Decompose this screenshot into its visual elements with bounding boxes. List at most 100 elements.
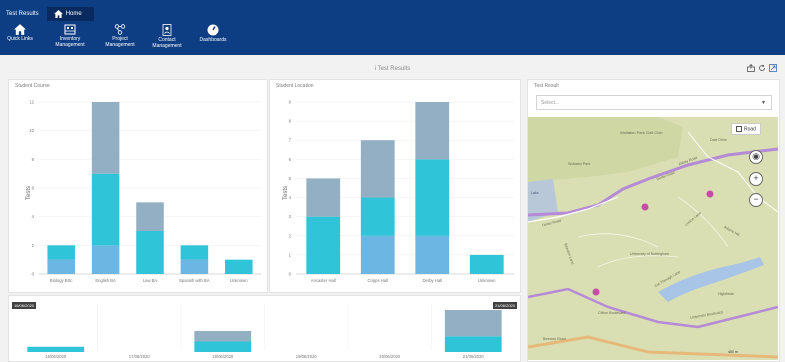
y-tick-label: 6 — [289, 157, 292, 162]
test-result-panel: Test Result Select... ▼ Wollaton Park Go… — [527, 79, 780, 362]
minus-icon: − — [753, 194, 759, 204]
bar-segment[interactable] — [194, 341, 252, 353]
x-tick-label: Spanish with BA — [179, 278, 210, 283]
bar-segment[interactable] — [469, 254, 504, 274]
zoom-in-button[interactable]: + — [749, 172, 763, 186]
timeline-chart: 16/06/2020 17/06/2020 18/06/2020 19/06/2020… — [27, 304, 502, 359]
x-tick-label: Ancaster Hall — [311, 278, 336, 283]
ribbon-contact-management[interactable]: Contact Management — [148, 24, 186, 49]
ribbon-quick-links-label: Quick Links — [7, 36, 33, 42]
bar-segment[interactable] — [180, 245, 209, 260]
y-tick-label: 0 — [32, 272, 35, 277]
bar-segment[interactable] — [415, 159, 450, 236]
map-label: Dale Drive — [710, 138, 727, 142]
y-tick-label: 0 — [289, 272, 292, 277]
bar-segment[interactable] — [415, 102, 450, 160]
ribbon-quick-links[interactable]: Quick Links — [5, 24, 35, 43]
map-view[interactable]: Wollaton Park Golf Club Derby Road Lake … — [528, 117, 778, 360]
map-label: University of Nottingham — [630, 252, 670, 256]
bar-segment[interactable] — [415, 235, 450, 274]
tab-home[interactable]: Home — [46, 7, 94, 21]
student-course-chart: 0 2 4 6 8 10 12 Biology BSc English BA Law BA Span… — [29, 100, 261, 283]
bar-segment[interactable] — [91, 245, 120, 274]
x-tick-label: 18/06/2020 — [212, 354, 234, 359]
bar-segment[interactable] — [306, 216, 341, 274]
y-tick-label: 4 — [289, 195, 292, 200]
bar-segment[interactable] — [225, 259, 253, 274]
tab-test-results[interactable]: Test Results — [0, 7, 45, 21]
y-tick-label: 2 — [32, 243, 35, 248]
ribbon-dashboards[interactable]: Dashboards — [196, 24, 230, 44]
y-tick-label: 12 — [29, 100, 34, 105]
bar-segment[interactable] — [306, 178, 341, 217]
contact-icon — [162, 24, 172, 36]
bar-segment[interactable] — [360, 197, 395, 236]
bar-segment[interactable] — [444, 336, 502, 352]
locate-icon: ◉ — [752, 151, 760, 161]
bar-segment[interactable] — [91, 173, 120, 246]
bar-segment[interactable] — [47, 259, 75, 274]
map-label: Wollaton Park — [568, 162, 591, 166]
tab-home-label: Home — [65, 11, 82, 17]
student-location-panel: Student Location Tests 0 1 2 3 4 5 6 7 8 9 Ancaste… — [269, 79, 521, 293]
x-tick-label: Law BA — [143, 278, 158, 283]
dashboard-icon — [207, 24, 219, 36]
map-pin[interactable] — [592, 288, 600, 296]
student-course-panel: Student Course Tests 0 2 4 6 8 10 12 Biology BS… — [8, 79, 268, 293]
chevron-down-icon: ▼ — [761, 100, 766, 106]
x-tick-label: Derby Hall — [422, 278, 442, 283]
expand-icon[interactable] — [769, 64, 777, 72]
zoom-out-button[interactable]: − — [749, 193, 763, 207]
home-icon — [14, 24, 26, 35]
map-pin[interactable] — [706, 190, 714, 198]
home-tab-icon — [53, 10, 63, 18]
bar-segment[interactable] — [360, 140, 395, 198]
bar-segment[interactable] — [136, 231, 164, 274]
bar-segment[interactable] — [180, 259, 209, 274]
ribbon-inventory-management[interactable]: Inventory Management — [52, 24, 88, 48]
ribbon-inventory-label: Inventory Management — [55, 36, 85, 48]
x-tick-label: 19/06/2020 — [296, 354, 318, 359]
map-label: Highfields — [718, 292, 734, 296]
checkbox-icon — [736, 126, 742, 132]
x-tick-label: Biology BSc — [50, 278, 73, 283]
x-tick-label: Cripps Hall — [368, 278, 389, 283]
bar-segment[interactable] — [444, 310, 502, 337]
bar-segment[interactable] — [91, 102, 120, 174]
bar-segment[interactable] — [194, 331, 252, 342]
y-tick-label: 9 — [289, 100, 292, 105]
map-scale: 400 m — [728, 350, 738, 354]
map-label: Wollaton Park Golf Club — [620, 130, 663, 135]
refresh-icon[interactable] — [758, 64, 766, 72]
bar-segment[interactable] — [360, 235, 395, 274]
x-tick-label: 17/06/2020 — [129, 354, 151, 359]
map-pin[interactable] — [641, 203, 649, 211]
y-tick-label: 6 — [32, 186, 35, 191]
map-canvas — [528, 117, 778, 360]
map-label: Clifton Boulevard — [598, 311, 626, 315]
ribbon-project-label: Project Management — [105, 36, 135, 48]
ribbon-project-management[interactable]: Project Management — [102, 24, 138, 48]
bar-segment[interactable] — [47, 245, 75, 260]
test-result-select-value: Select... — [541, 100, 560, 106]
y-tick-label: 2 — [289, 233, 292, 238]
y-tick-label: 8 — [289, 119, 292, 124]
x-tick-label: 20/06/2020 — [379, 354, 401, 359]
bar-segment[interactable] — [27, 346, 85, 352]
top-ribbon-bar: Test Results Home Quick Links Inventory … — [0, 0, 785, 55]
x-tick-label: Unknown — [478, 278, 496, 283]
y-tick-label: 7 — [289, 138, 292, 143]
tab-strip: Test Results Home — [0, 7, 94, 21]
x-tick-label: 21/06/2020 — [463, 354, 485, 359]
y-tick-label: 4 — [32, 214, 35, 219]
inventory-icon — [64, 24, 76, 35]
map-type-toggle[interactable]: Road — [731, 123, 761, 136]
locate-button[interactable]: ◉ — [749, 150, 763, 164]
title-toolbar — [747, 64, 777, 72]
x-tick-label: 16/06/2020 — [45, 354, 67, 359]
test-result-select[interactable]: Select... ▼ — [536, 95, 772, 110]
plus-icon: + — [753, 173, 759, 183]
y-tick-label: 5 — [289, 176, 292, 181]
bar-segment[interactable] — [136, 202, 164, 231]
share-icon[interactable] — [747, 64, 755, 72]
